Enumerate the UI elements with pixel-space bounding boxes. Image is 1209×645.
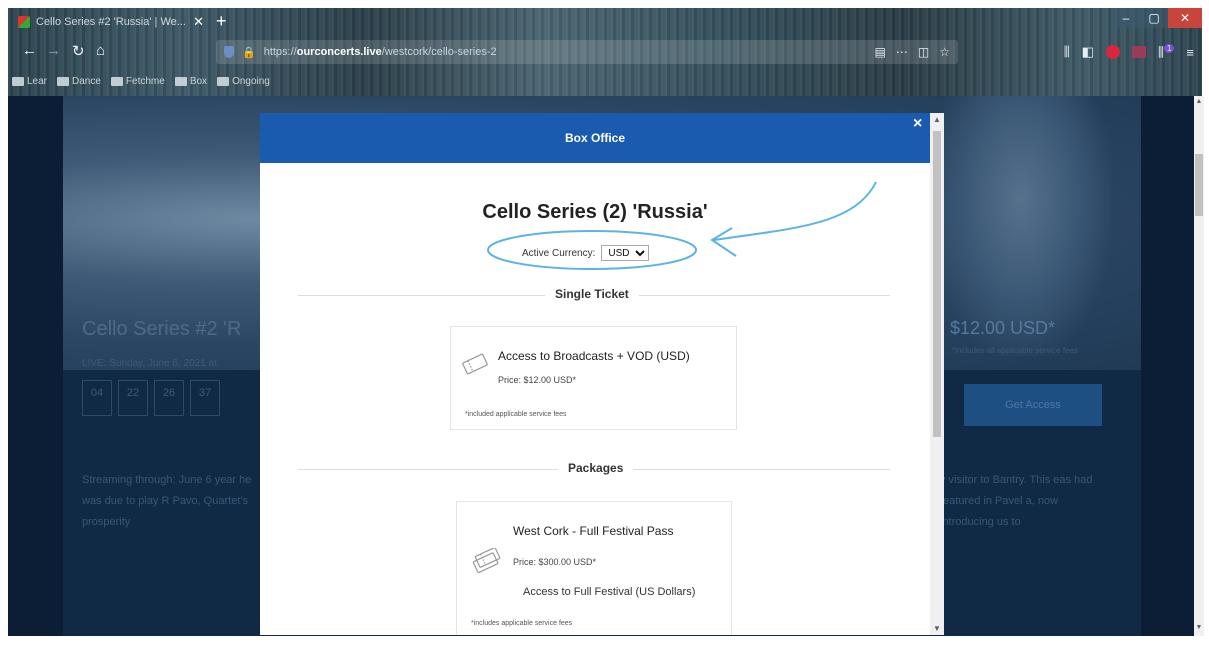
page-description-right: y visitor to Bantry. This eas had featur… — [940, 474, 1093, 528]
folder-icon — [217, 77, 230, 86]
ticket-price: Price: $12.00 USD* — [498, 375, 577, 385]
window-close-icon[interactable]: ✕ — [1168, 8, 1202, 28]
package-price: Price: $300.00 USD* — [513, 557, 597, 567]
reload-icon[interactable]: ↻ — [72, 42, 85, 60]
menu-icon[interactable]: ≡ — [1186, 45, 1194, 60]
folder-icon — [174, 77, 187, 86]
scroll-down-icon[interactable]: ▼ — [1194, 624, 1204, 634]
page-description-left: Streaming through: June 6 year he was du… — [82, 474, 252, 528]
modal-scroll-thumb[interactable] — [933, 131, 941, 437]
url-text[interactable]: https://ourconcerts.live/westcork/cello-… — [264, 46, 867, 58]
single-ticket-heading: Single Ticket — [545, 287, 639, 301]
currency-selector: Active Currency: USD — [522, 245, 650, 261]
bookmark-star-icon[interactable]: ☆ — [939, 45, 950, 59]
back-icon[interactable]: ← — [22, 42, 37, 59]
get-access-button[interactable]: Get Access — [964, 384, 1102, 426]
packages-heading: Packages — [558, 461, 634, 475]
event-title: Cello Series (2) 'Russia' — [482, 201, 708, 223]
ticket-card[interactable]: Access to Broadcasts + VOD (USD) Price: … — [450, 326, 737, 430]
scroll-thumb[interactable] — [1195, 154, 1203, 216]
new-tab-icon[interactable]: + — [216, 10, 227, 32]
extension-icon[interactable] — [1131, 46, 1146, 59]
scroll-down-icon[interactable]: ▼ — [930, 624, 944, 633]
folder-icon — [110, 77, 123, 86]
bookmark-item[interactable]: Dance — [57, 76, 101, 87]
window-controls: – ▢ ✕ — [1112, 8, 1202, 28]
countdown-days: 04 — [82, 380, 112, 416]
page-price-note: *includes all applicable service fees — [952, 346, 1078, 355]
page-actions-icon[interactable]: ⋯ — [896, 45, 908, 59]
nav-bar: ← → ↻ ⌂ 🔒 https://ourconcerts.live/westc… — [8, 36, 1202, 68]
bookmark-item[interactable]: Ongoing — [217, 76, 270, 87]
folder-icon — [12, 77, 24, 86]
home-icon[interactable]: ⌂ — [96, 42, 105, 59]
package-card[interactable]: West Cork - Full Festival Pass Price: $3… — [456, 501, 732, 635]
pocket-icon[interactable]: ◫ — [918, 45, 929, 59]
shield-icon[interactable] — [224, 46, 234, 58]
countdown-hours: 22 — [118, 380, 148, 416]
tab-bar: Cello Series #2 'Russia' | We... ✕ + – ▢… — [8, 8, 1202, 34]
sidebar-icon[interactable]: ◧ — [1082, 44, 1094, 60]
ticket-icon — [462, 353, 488, 375]
tickets-icon — [472, 548, 501, 574]
library-icon[interactable]: ⫼ — [1064, 44, 1070, 60]
bookmark-item[interactable]: Fetchme — [110, 76, 165, 87]
browser-chrome: Cello Series #2 'Russia' | We... ✕ + – ▢… — [8, 8, 1202, 96]
currency-label: Active Currency: — [522, 247, 596, 259]
page-event-date: LIVE: Sunday, June 6, 2021 at — [82, 358, 217, 369]
tab-title: Cello Series #2 'Russia' | We... — [36, 16, 186, 28]
toolbar-right: ⫼ ◧ ⫼ 1 ≡ — [1064, 44, 1194, 60]
countdown-minutes: 26 — [154, 380, 184, 416]
ticket-fee-note: *included applicable service fees — [465, 411, 567, 418]
folder-icon — [57, 77, 70, 86]
forward-icon[interactable]: → — [46, 42, 61, 59]
box-office-modal: Box Office Cello Series (2) 'Russia' Act… — [260, 113, 944, 635]
lock-icon[interactable]: 🔒 — [242, 46, 256, 59]
reader-view-icon[interactable]: ▤ — [875, 45, 886, 59]
currency-dropdown[interactable]: USD — [601, 245, 650, 261]
modal-close-icon[interactable]: × — [913, 115, 922, 133]
maximize-icon[interactable]: ▢ — [1140, 8, 1168, 28]
package-fee-note: *includes applicable service fees — [471, 620, 573, 627]
ticket-name: Access to Broadcasts + VOD (USD) — [498, 349, 690, 363]
page-price: $12.00 USD* — [950, 318, 1056, 338]
countdown: 04 22 26 37 — [82, 380, 220, 416]
pinterest-icon[interactable] — [1105, 45, 1120, 60]
notifications-icon[interactable]: ⫼ 1 — [1158, 44, 1175, 60]
scroll-up-icon[interactable]: ▲ — [1194, 98, 1204, 108]
page-event-title: Cello Series #2 'R — [82, 318, 242, 340]
page-scrollbar[interactable]: ▲ ▼ — [1194, 96, 1204, 636]
package-description: Access to Full Festival (US Dollars) — [523, 586, 696, 598]
modal-header: Box Office — [260, 113, 930, 163]
bookmarks-bar: Lear Dance Fetchme Box Ongoing — [12, 76, 270, 87]
minimize-icon[interactable]: – — [1112, 8, 1140, 28]
package-name: West Cork - Full Festival Pass — [513, 524, 674, 538]
tab-close-icon[interactable]: ✕ — [193, 14, 204, 30]
scroll-up-icon[interactable]: ▲ — [930, 115, 944, 124]
browser-tab[interactable]: Cello Series #2 'Russia' | We... ✕ — [12, 10, 210, 34]
countdown-seconds: 37 — [190, 380, 220, 416]
bookmark-item[interactable]: Lear — [12, 76, 47, 87]
url-bar[interactable]: 🔒 https://ourconcerts.live/westcork/cell… — [216, 40, 958, 64]
bookmark-item[interactable]: Box — [174, 76, 207, 87]
favicon-icon — [18, 16, 30, 28]
modal-scrollbar[interactable]: ▲ ▼ — [930, 113, 944, 635]
